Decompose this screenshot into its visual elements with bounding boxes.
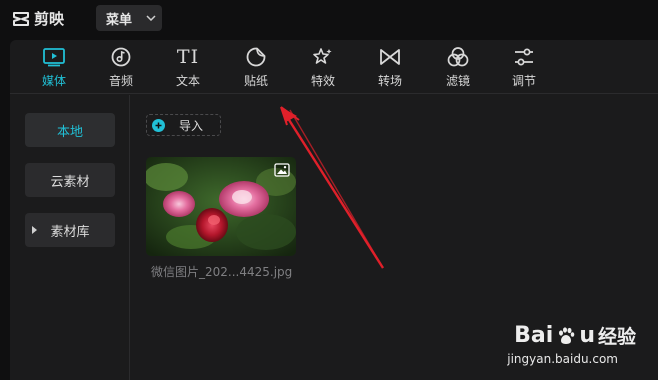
sidebar-item-label: 云素材	[50, 174, 90, 190]
tab-label: 特效	[310, 74, 335, 88]
tab-effects[interactable]: 特效	[293, 44, 353, 92]
image-type-icon	[274, 163, 290, 177]
chevron-down-icon	[146, 15, 156, 21]
tab-filter[interactable]: 滤镜	[428, 44, 488, 92]
capcut-logo-icon	[13, 11, 29, 26]
app-name: 剪映	[34, 10, 65, 28]
menu-button[interactable]: 菜单	[96, 5, 162, 31]
audio-icon	[111, 47, 131, 67]
import-label: 导入	[179, 118, 204, 133]
media-filename: 微信图片_202...4425.jpg	[151, 265, 293, 279]
tab-media[interactable]: 媒体	[24, 44, 84, 92]
import-button[interactable]: 导入	[146, 114, 221, 136]
sidebar-item-local[interactable]: 本地	[25, 113, 115, 147]
paw-icon	[559, 326, 575, 344]
watermark-brand: Bai	[514, 323, 554, 348]
sticker-icon	[246, 47, 266, 67]
plus-icon	[152, 118, 165, 132]
tab-text[interactable]: TI 文本	[158, 44, 218, 92]
tab-audio[interactable]: 音频	[91, 44, 151, 92]
tab-label: 滤镜	[445, 74, 470, 88]
sidebar-item-cloud[interactable]: 云素材	[25, 163, 115, 197]
tab-label: 音频	[108, 74, 133, 88]
sidebar-item-library[interactable]: 素材库	[25, 213, 115, 247]
tab-label: 调节	[511, 74, 536, 88]
tab-transition[interactable]: 转场	[360, 44, 420, 92]
menu-label: 菜单	[106, 12, 133, 28]
tab-label: 媒体	[41, 74, 66, 88]
app-logo: 剪映	[12, 8, 64, 29]
tab-label: 文本	[175, 74, 200, 88]
watermark-brand-tail: u	[579, 323, 595, 348]
text-icon: TI	[176, 46, 200, 68]
sidebar-item-label: 本地	[56, 124, 83, 140]
expand-arrow-icon[interactable]	[32, 226, 37, 234]
baidu-watermark: Bai u 经验	[514, 322, 636, 349]
filter-icon	[447, 47, 469, 67]
watermark-url: jingyan.baidu.com	[507, 352, 618, 366]
sidebar-item-label: 素材库	[50, 224, 90, 240]
watermark-brand-cn: 经验	[597, 326, 636, 348]
toolbar: 媒体 音频 TI 文本 贴纸 特效 转场 滤镜 调节	[10, 40, 658, 94]
tab-label: 贴纸	[243, 74, 268, 88]
media-icon	[43, 48, 65, 67]
media-source-sidebar: 本地 云素材 素材库	[10, 95, 130, 380]
tab-label: 转场	[377, 74, 402, 88]
effects-icon	[313, 48, 332, 64]
media-thumbnail[interactable]	[146, 157, 296, 256]
title-bar: 剪映 菜单	[0, 0, 658, 38]
tab-sticker[interactable]: 贴纸	[226, 44, 286, 92]
transition-icon	[380, 49, 400, 65]
adjust-icon	[515, 48, 533, 66]
tab-adjust[interactable]: 调节	[494, 44, 554, 92]
